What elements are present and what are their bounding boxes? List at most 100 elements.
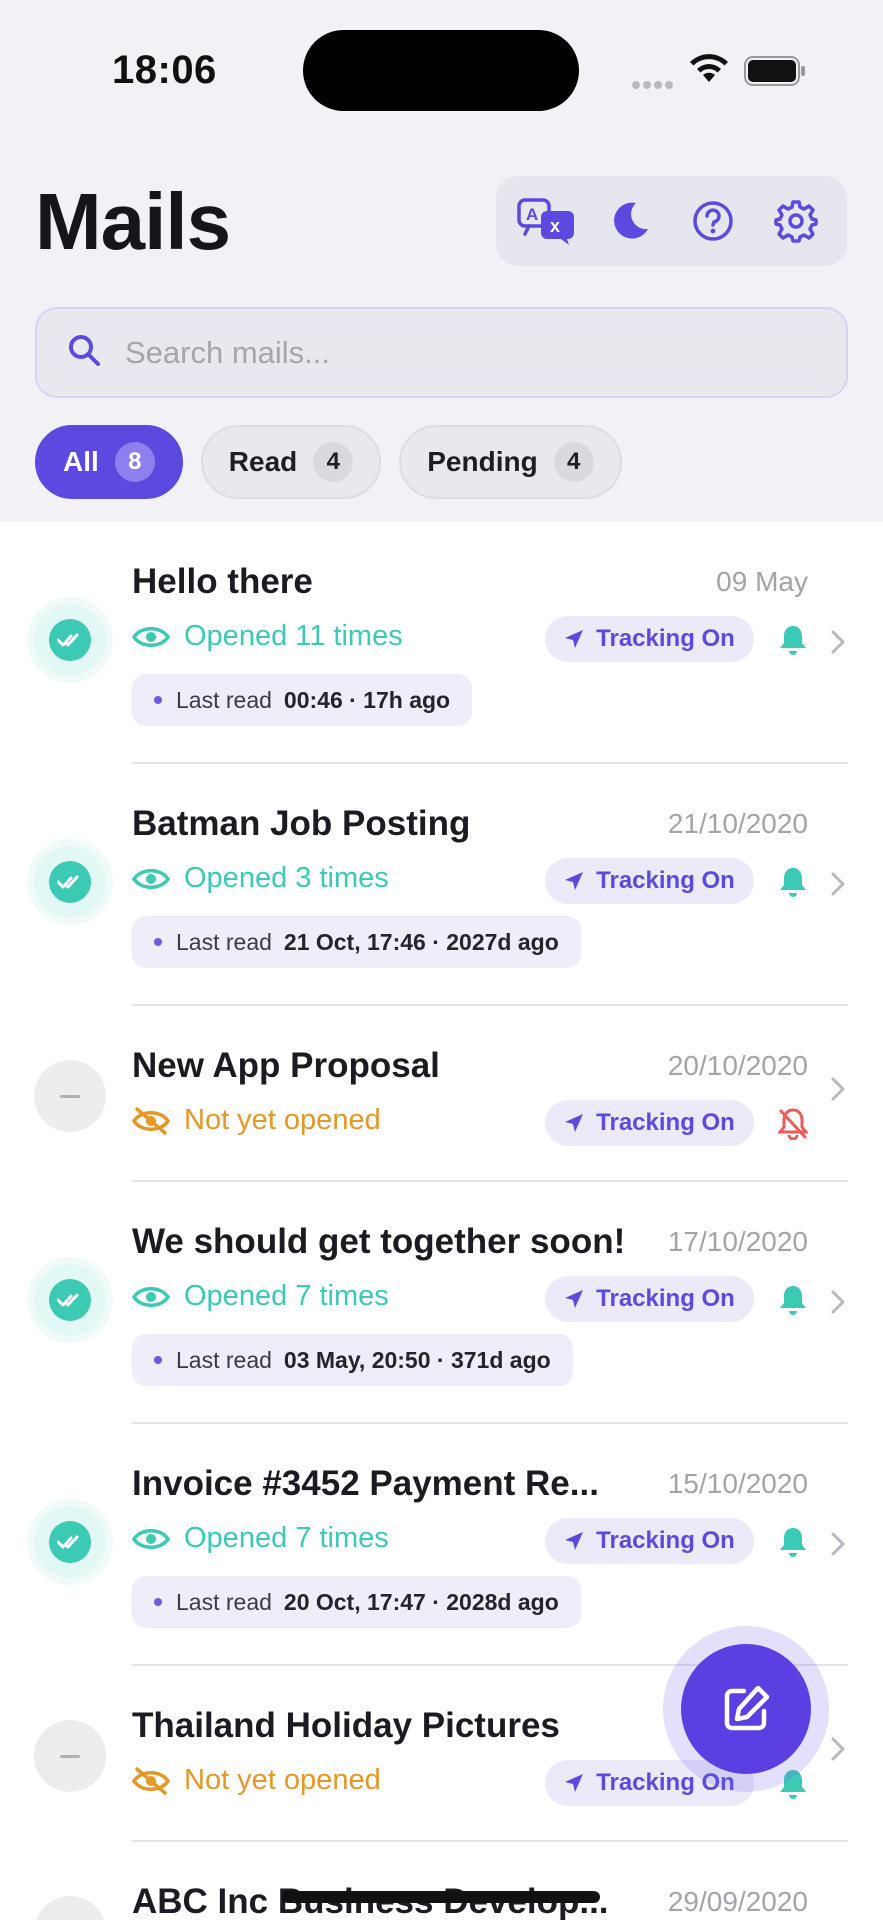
- mail-subject: Hello there: [132, 562, 313, 601]
- search-input[interactable]: [125, 334, 805, 371]
- pending-status-icon: [34, 1896, 106, 1920]
- chevron-right-icon: [830, 1076, 846, 1107]
- tracking-label: Tracking On: [596, 1527, 735, 1554]
- mail-list-item[interactable]: ABC Inc Business Develop... 29/09/2020: [0, 1842, 883, 1920]
- filter-pending[interactable]: Pending 4: [399, 425, 622, 499]
- wifi-icon: [688, 54, 730, 89]
- mail-list-item[interactable]: Hello there 09 May Opened 11 times Track…: [0, 522, 883, 764]
- mail-list-item[interactable]: Batman Job Posting 21/10/2020 Opened 3 t…: [0, 764, 883, 1006]
- open-status-text: Opened 7 times: [184, 1280, 389, 1312]
- toolbar: A x: [496, 176, 847, 266]
- tracking-label: Tracking On: [596, 1109, 735, 1136]
- open-status: Not yet opened: [132, 1104, 381, 1137]
- bell-slash-icon[interactable]: [776, 1108, 810, 1145]
- bell-icon[interactable]: [778, 1526, 808, 1563]
- cellular-signal-icon: [632, 76, 676, 94]
- open-status-text: Not yet opened: [184, 1764, 381, 1796]
- filter-all[interactable]: All 8: [35, 425, 183, 499]
- open-status: Opened 3 times: [132, 862, 389, 895]
- tracking-badge[interactable]: Tracking On: [545, 858, 754, 904]
- dot-icon: [154, 1356, 162, 1364]
- last-read-pill: Last read 00:46 · 17h ago: [132, 674, 473, 726]
- open-status: Not yet opened: [132, 1764, 381, 1797]
- location-arrow-icon: [565, 872, 584, 890]
- chevron-right-icon: [830, 629, 846, 660]
- bell-icon[interactable]: [778, 1284, 808, 1321]
- filter-read[interactable]: Read 4: [200, 425, 382, 499]
- tracking-badge[interactable]: Tracking On: [545, 616, 754, 662]
- last-read-label: Last read: [176, 1588, 272, 1615]
- tracking-badge[interactable]: Tracking On: [545, 1276, 754, 1322]
- filter-count-badge: 8: [114, 442, 155, 482]
- eye-icon: [132, 868, 170, 889]
- tracking-label: Tracking On: [596, 625, 735, 652]
- last-read-pill: Last read 03 May, 20:50 · 371d ago: [132, 1334, 573, 1386]
- open-status: Opened 7 times: [132, 1280, 389, 1313]
- read-status-icon: [34, 846, 106, 918]
- bell-icon[interactable]: [778, 866, 808, 903]
- filter-count-badge: 4: [313, 442, 354, 482]
- tracking-badge[interactable]: Tracking On: [545, 1100, 754, 1146]
- mail-subject: New App Proposal: [132, 1046, 440, 1085]
- gear-icon[interactable]: [764, 189, 828, 253]
- status-time: 18:06: [112, 48, 217, 92]
- bell-icon[interactable]: [778, 624, 808, 661]
- mail-subject: We should get together soon!: [132, 1222, 626, 1261]
- battery-icon: [744, 56, 806, 91]
- dot-icon: [154, 1598, 162, 1606]
- mail-subject: Thailand Holiday Pictures: [132, 1706, 560, 1745]
- location-arrow-icon: [565, 1774, 584, 1792]
- chevron-right-icon: [830, 1531, 846, 1562]
- filter-label: Read: [228, 446, 298, 477]
- chevron-right-icon: [830, 871, 846, 902]
- tracking-label: Tracking On: [596, 867, 735, 894]
- eye-icon: [132, 1286, 170, 1307]
- translate-icon[interactable]: A x: [515, 189, 579, 253]
- search-bar[interactable]: [35, 307, 848, 398]
- filter-chips: All 8 Read 4 Pending 4: [35, 425, 622, 499]
- location-arrow-icon: [565, 1114, 584, 1132]
- chevron-right-icon: [830, 1736, 846, 1767]
- mail-list-item[interactable]: New App Proposal 20/10/2020 Not yet open…: [0, 1006, 883, 1182]
- eye-slash-icon: [132, 1766, 170, 1795]
- chevron-right-icon: [830, 1289, 846, 1320]
- eye-icon: [132, 1528, 170, 1549]
- last-read-label: Last read: [176, 928, 272, 955]
- svg-text:A: A: [526, 205, 538, 224]
- open-status-text: Not yet opened: [184, 1104, 381, 1136]
- mail-date: 15/10/2020: [667, 1468, 808, 1499]
- moon-icon[interactable]: [598, 189, 662, 253]
- last-read-value: 20 Oct, 17:47 · 2028d ago: [283, 1588, 559, 1615]
- open-status: Opened 7 times: [132, 1522, 389, 1555]
- last-read-value: 03 May, 20:50 · 371d ago: [283, 1346, 551, 1373]
- help-icon[interactable]: [681, 189, 745, 253]
- mail-list-item[interactable]: We should get together soon! 17/10/2020 …: [0, 1182, 883, 1424]
- open-status-text: Opened 7 times: [184, 1522, 389, 1554]
- filter-label: All: [63, 446, 99, 477]
- last-read-value: 21 Oct, 17:46 · 2027d ago: [283, 928, 559, 955]
- dot-icon: [154, 938, 162, 946]
- compose-button[interactable]: [681, 1644, 811, 1774]
- location-arrow-icon: [565, 630, 584, 648]
- dynamic-island: [303, 30, 579, 111]
- last-read-pill: Last read 21 Oct, 17:46 · 2027d ago: [132, 916, 581, 968]
- open-status-text: Opened 11 times: [184, 620, 403, 652]
- eye-icon: [132, 626, 170, 647]
- dot-icon: [154, 696, 162, 704]
- tracking-badge[interactable]: Tracking On: [545, 1518, 754, 1564]
- mail-date: 29/09/2020: [667, 1886, 808, 1917]
- last-read-label: Last read: [176, 686, 272, 713]
- home-indicator: [282, 1891, 600, 1903]
- open-status: Opened 11 times: [132, 620, 403, 653]
- last-read-value: 00:46 · 17h ago: [283, 686, 451, 713]
- mail-date: 17/10/2020: [667, 1226, 808, 1257]
- compose-icon: [724, 1685, 770, 1731]
- filter-label: Pending: [427, 446, 538, 477]
- mail-date: 09 May: [716, 566, 808, 597]
- tracking-label: Tracking On: [596, 1285, 735, 1312]
- location-arrow-icon: [565, 1290, 584, 1308]
- read-status-icon: [34, 1506, 106, 1578]
- page-title: Mails: [35, 177, 231, 266]
- last-read-pill: Last read 20 Oct, 17:47 · 2028d ago: [132, 1576, 581, 1628]
- mail-date: 21/10/2020: [667, 808, 808, 839]
